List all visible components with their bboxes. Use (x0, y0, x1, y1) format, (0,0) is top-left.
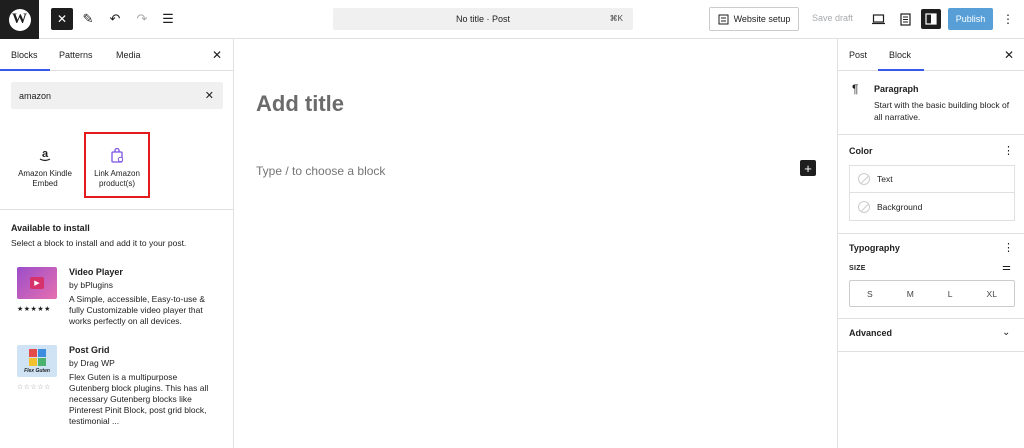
publish-button[interactable]: Publish (948, 8, 993, 30)
list-check-icon (718, 14, 729, 24)
typography-options-icon[interactable]: ⋮ (1003, 241, 1014, 254)
chevron-down-icon[interactable]: ⌄ (1002, 327, 1010, 338)
document-overview-icon[interactable]: ☰ (157, 8, 179, 30)
active-tab-indicator (0, 69, 50, 71)
add-block-button[interactable]: + (800, 160, 816, 176)
color-text-option[interactable]: Text (850, 166, 1014, 193)
available-to-install-description: Select a block to install and add it to … (11, 238, 187, 248)
amazon-icon: a (12, 147, 78, 163)
available-to-install-heading: Available to install (11, 223, 90, 233)
redo-icon[interactable]: ↷ (131, 8, 153, 30)
editor-canvas: Add title Type / to choose a block + (235, 39, 837, 448)
block-search: ✕ (11, 82, 223, 109)
tab-patterns[interactable]: Patterns (59, 50, 93, 60)
plugin-description: Flex Guten is a multipurpose Gutenberg b… (69, 372, 209, 426)
plugin-name: Video Player (69, 267, 123, 277)
video-player-thumbnail: ▶ (17, 267, 57, 299)
size-label: SIZE (849, 265, 866, 272)
inserter-tabs: Blocks Patterns Media ✕ (0, 39, 233, 71)
color-option-label: Text (877, 174, 893, 184)
top-toolbar: W ✕ ✎ ↶ ↷ ☰ No title · Post ⌘K Website s… (0, 0, 1024, 39)
color-background-option[interactable]: Background (850, 193, 1014, 220)
block-link-amazon-products[interactable]: Link Amazon product(s) (84, 132, 150, 198)
font-size-picker: S M L XL (849, 280, 1015, 307)
play-icon: ▶ (30, 277, 44, 289)
block-title: Paragraph (874, 84, 919, 94)
plugin-author: by Drag WP (69, 358, 115, 368)
clear-search-icon[interactable]: ✕ (205, 89, 214, 102)
color-section-title[interactable]: Color (849, 146, 873, 156)
website-setup-label: Website setup (733, 14, 791, 24)
options-more-icon[interactable]: ⋮ (1002, 12, 1014, 26)
divider (838, 351, 1024, 352)
typography-section-title[interactable]: Typography (849, 243, 900, 253)
thumbnail-label: Flex Guten (24, 367, 50, 374)
plugin-name: Post Grid (69, 345, 110, 355)
close-icon[interactable]: ✕ (1004, 48, 1014, 62)
block-card: ¶ Paragraph Start with the basic buildin… (838, 71, 1024, 135)
save-draft-button[interactable]: Save draft (812, 13, 853, 23)
tab-post[interactable]: Post (849, 50, 867, 60)
divider (838, 318, 1024, 319)
block-description: Start with the basic building block of a… (874, 100, 1010, 122)
advanced-section-title[interactable]: Advanced (849, 328, 892, 338)
divider (0, 209, 234, 210)
color-options-icon[interactable]: ⋮ (1003, 144, 1014, 157)
post-preview-icon[interactable] (895, 9, 915, 29)
block-placeholder[interactable]: Type / to choose a block (256, 164, 385, 178)
rating-stars: ★★★★★ (17, 306, 51, 313)
block-amazon-kindle-embed[interactable]: a Amazon Kindle Embed (12, 132, 78, 198)
divider (838, 233, 1024, 234)
size-option-l[interactable]: L (948, 289, 953, 299)
amazon-a-glyph: a (42, 148, 49, 160)
empty-swatch-icon (858, 173, 870, 185)
tools-pen-icon[interactable]: ✎ (77, 8, 99, 30)
settings-tabs: Post Block ✕ (838, 39, 1024, 71)
close-icon[interactable]: ✕ (212, 48, 222, 62)
cubes-icon (28, 348, 46, 366)
block-label: Link Amazon product(s) (94, 169, 140, 188)
wordpress-logo[interactable]: W (0, 0, 39, 39)
tab-media[interactable]: Media (116, 50, 141, 60)
document-title-bar[interactable]: No title · Post ⌘K (333, 8, 633, 30)
color-settings: Text Background (849, 165, 1015, 221)
preview-device-icon[interactable] (868, 9, 888, 29)
empty-swatch-icon (858, 200, 870, 213)
settings-sidebar-toggle-icon[interactable] (921, 9, 941, 29)
document-title: No title · Post (455, 14, 511, 24)
undo-icon[interactable]: ↶ (104, 8, 126, 30)
color-option-label: Background (877, 201, 923, 212)
size-option-xl[interactable]: XL (987, 289, 997, 299)
search-input[interactable] (11, 82, 191, 109)
close-inserter-button[interactable]: ✕ (51, 8, 73, 30)
size-option-m[interactable]: M (907, 289, 914, 299)
size-option-s[interactable]: S (867, 289, 873, 299)
command-shortcut: ⌘K (609, 14, 623, 23)
settings-sidebar: Post Block ✕ ¶ Paragraph Start with the … (837, 39, 1024, 448)
custom-size-icon[interactable]: ⚌ (1002, 262, 1011, 273)
website-setup-button[interactable]: Website setup (709, 7, 799, 31)
tab-blocks[interactable]: Blocks (11, 50, 38, 60)
rating-stars: ☆☆☆☆☆ (17, 384, 51, 391)
tab-block[interactable]: Block (889, 50, 911, 60)
wordpress-icon: W (8, 8, 31, 31)
paragraph-icon: ¶ (852, 82, 859, 96)
plugin-author: by bPlugins (69, 280, 113, 290)
shopping-bag-icon (86, 147, 148, 163)
block-label: Amazon Kindle Embed (18, 169, 72, 188)
flex-guten-thumbnail: Flex Guten (17, 345, 57, 377)
block-inserter-panel: Blocks Patterns Media ✕ ✕ a Amazon Kindl… (0, 39, 234, 448)
post-title-input[interactable]: Add title (256, 91, 344, 117)
plugin-description: A Simple, accessible, Easy-to-use & full… (69, 294, 206, 326)
